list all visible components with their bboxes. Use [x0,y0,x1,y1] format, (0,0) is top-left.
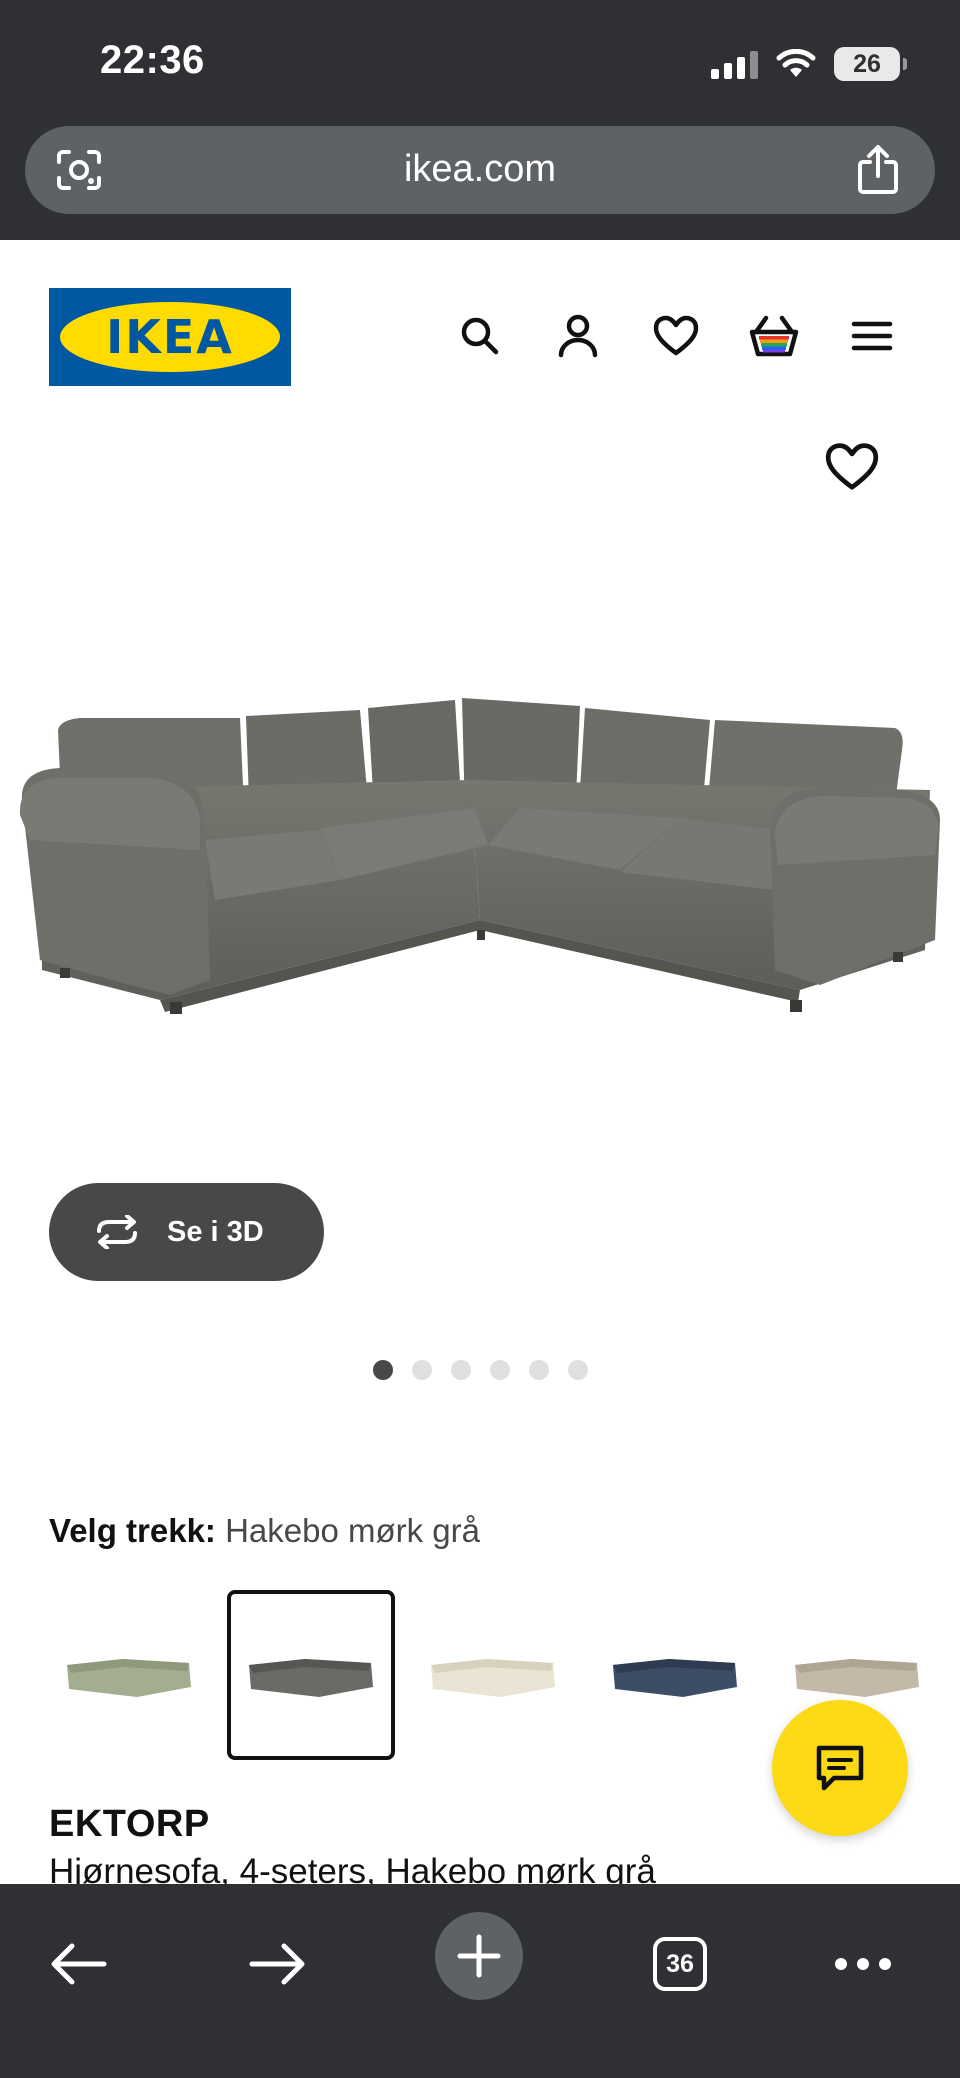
back-button[interactable] [38,1924,118,2004]
gallery-dot[interactable] [372,1360,393,1380]
account-icon[interactable] [550,308,606,364]
browser-toolbar: 36 [0,1884,960,2078]
forward-arrow-icon [249,1943,305,1985]
forward-button[interactable] [238,1924,318,2004]
wifi-icon [776,49,816,77]
search-icon[interactable] [452,308,508,364]
gallery-dot[interactable] [567,1360,588,1380]
gallery-dot[interactable] [450,1360,471,1380]
status-bar: 22:36 26 [0,0,960,120]
ikea-logo[interactable]: IKEA [49,288,291,386]
more-options-button[interactable] [823,1924,903,2004]
url-bar[interactable]: ikea.com [25,126,935,214]
battery-indicator: 26 [834,47,907,81]
product-image[interactable] [0,640,960,1200]
variant-value: Hakebo mørk grå [225,1512,481,1549]
tabs-button[interactable]: 36 [640,1924,720,2004]
view-3d-button[interactable]: Se i 3D [49,1183,324,1281]
share-icon[interactable] [855,144,901,196]
browser-address-area: ikea.com [0,120,960,240]
wishlist-icon[interactable] [648,308,704,364]
chat-icon [816,1745,864,1791]
product-favorite-icon[interactable] [824,442,880,498]
view-3d-label: Se i 3D [167,1215,264,1248]
swatch-blue[interactable] [591,1590,759,1760]
swatch-cream[interactable] [409,1590,577,1760]
gallery-pagination [0,1360,960,1380]
rotate-3d-icon [97,1215,137,1249]
logo-text: IKEA [106,310,234,364]
menu-icon[interactable] [844,308,900,364]
chat-button[interactable] [772,1700,908,1836]
swatch-green[interactable] [45,1590,213,1760]
signal-icon [711,49,758,79]
swatch-dark-grey[interactable] [227,1590,395,1760]
variant-label: Velg trekk: Hakebo mørk grå [49,1512,480,1550]
tab-count: 36 [653,1937,707,1991]
logo-oval: IKEA [60,302,280,372]
status-time: 22:36 [100,38,205,82]
url-text[interactable]: ikea.com [25,148,935,191]
more-icon [835,1958,891,1970]
gallery-dot[interactable] [489,1360,510,1380]
status-icons: 26 [711,44,907,84]
new-tab-button[interactable] [435,1912,523,2000]
plus-icon [457,1934,501,1978]
variant-prefix: Velg trekk: [49,1512,216,1549]
back-arrow-icon [51,1943,107,1985]
gallery-dot[interactable] [411,1360,432,1380]
product-name: EKTORP [49,1803,210,1845]
cart-icon[interactable] [746,308,802,364]
header-icons [452,308,900,364]
gallery-dot[interactable] [528,1360,549,1380]
